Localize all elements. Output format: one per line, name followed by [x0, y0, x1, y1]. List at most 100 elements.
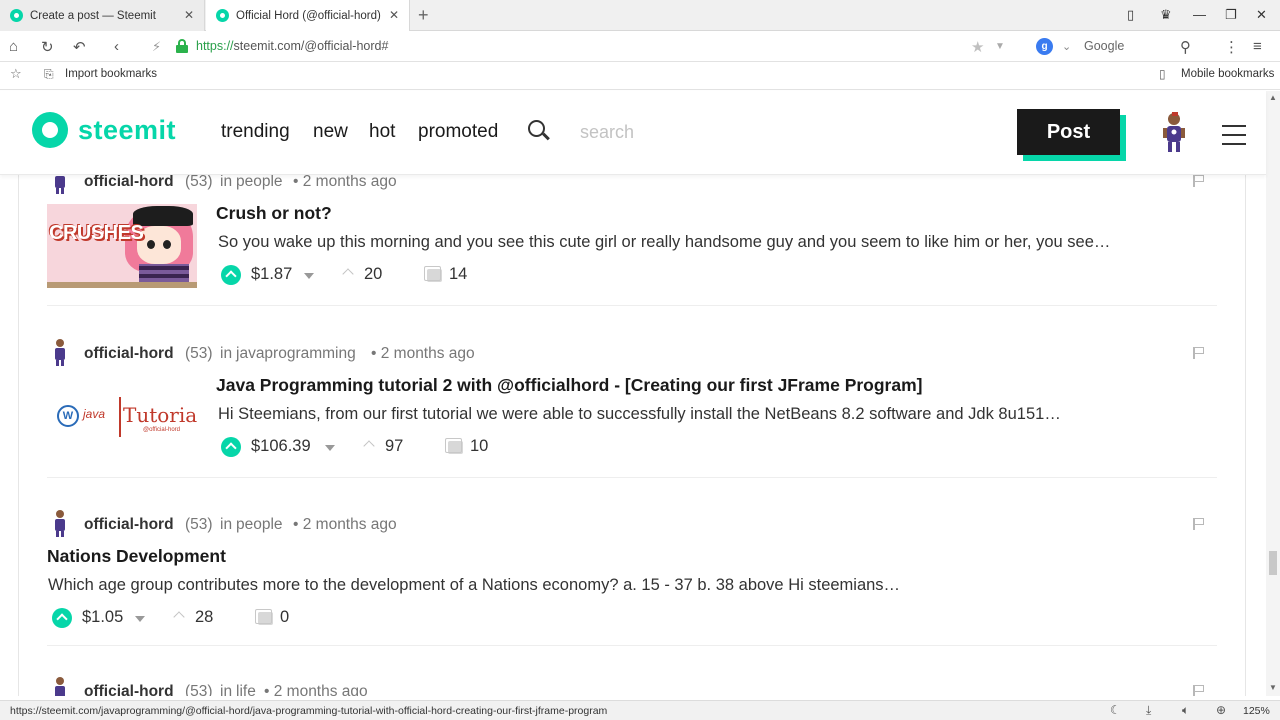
upvote-icon[interactable]	[221, 265, 241, 285]
comment-count[interactable]: 14	[449, 265, 467, 284]
post-category[interactable]: people	[236, 516, 283, 534]
night-mode-icon[interactable]: ☾	[1110, 703, 1121, 717]
post-summary[interactable]: Hi Steemians, from our first tutorial we…	[218, 405, 1061, 424]
tab-close-icon[interactable]: ✕	[389, 8, 399, 22]
author-name[interactable]: official-hord	[84, 345, 174, 363]
author-reputation: (53)	[185, 683, 213, 696]
scrollbar-thumb[interactable]	[1269, 551, 1277, 575]
flag-icon[interactable]	[1193, 175, 1205, 187]
post-summary[interactable]: Which age group contributes more to the …	[48, 576, 900, 595]
tile-windows-icon[interactable]: ▯	[1127, 7, 1134, 23]
post-thumbnail[interactable]: CRUSHES	[47, 204, 197, 288]
thumbnail-small-text: java	[83, 407, 106, 421]
vote-count[interactable]: 28	[195, 608, 213, 627]
flag-icon[interactable]	[1193, 518, 1205, 530]
steemit-logo-icon[interactable]	[32, 112, 68, 148]
author-avatar[interactable]	[51, 338, 69, 366]
reload-icon[interactable]: ↻	[41, 38, 54, 56]
site-search-input[interactable]	[580, 119, 760, 145]
payout-dropdown-icon[interactable]	[325, 445, 335, 451]
url-field[interactable]: https://steemit.com/@official-hord#	[196, 39, 388, 53]
payout-value[interactable]: $106.39	[251, 437, 311, 456]
author-name[interactable]: official-hord	[84, 683, 174, 696]
comment-count[interactable]: 10	[470, 437, 488, 456]
star-icon[interactable]: ★	[971, 38, 984, 56]
nav-promoted[interactable]: promoted	[418, 121, 498, 143]
comment-icon	[255, 609, 273, 625]
tab-create-post[interactable]: Create a post — Steemit ✕	[0, 0, 205, 31]
votes-icon	[363, 440, 375, 452]
search-engine-badge-icon[interactable]: g	[1036, 38, 1053, 55]
comment-icon	[445, 438, 463, 454]
post-age[interactable]: • 2 months ago	[371, 345, 475, 363]
payout-dropdown-icon[interactable]	[135, 616, 145, 622]
upvote-icon[interactable]	[221, 437, 241, 457]
dropdown-icon[interactable]: ▼	[995, 41, 1005, 52]
nav-hot[interactable]: hot	[369, 121, 395, 143]
download-icon[interactable]: ⤓	[1146, 703, 1151, 718]
post-button[interactable]: Post	[1017, 109, 1120, 155]
search-icon[interactable]	[528, 120, 550, 142]
browser-tab-bar: Create a post — Steemit ✕ Official Hord …	[0, 0, 1280, 31]
more-vert-icon[interactable]: ⋮	[1224, 38, 1239, 56]
flag-icon[interactable]	[1193, 685, 1205, 696]
mobile-bookmarks[interactable]: Mobile bookmarks	[1181, 68, 1274, 80]
upvote-icon[interactable]	[52, 608, 72, 628]
comment-count[interactable]: 0	[280, 608, 289, 627]
payout-value[interactable]: $1.05	[82, 608, 123, 627]
author-avatar[interactable]	[51, 509, 69, 537]
nav-new[interactable]: new	[313, 121, 348, 143]
status-bar: https://steemit.com/javaprogramming/@off…	[0, 700, 1280, 720]
back-icon[interactable]: ‹	[114, 38, 119, 55]
skin-icon[interactable]: ♛	[1160, 7, 1172, 23]
post-title[interactable]: Crush or not?	[216, 203, 332, 224]
bookmark-star-icon[interactable]: ☆	[10, 66, 22, 82]
undo-close-icon[interactable]: ↶	[73, 38, 86, 56]
scroll-up-icon[interactable]: ▲	[1269, 93, 1277, 102]
restore-icon[interactable]: ❐	[1225, 7, 1237, 23]
user-avatar[interactable]	[1162, 111, 1186, 155]
menu-icon[interactable]: ≡	[1253, 38, 1262, 55]
scroll-down-icon[interactable]: ▼	[1269, 683, 1277, 692]
volume-icon[interactable]: 🔈︎	[1182, 703, 1189, 718]
post-category[interactable]: people	[236, 175, 283, 191]
engine-dropdown-icon[interactable]: ⌄	[1062, 40, 1071, 53]
post-age[interactable]: • 2 months ago	[293, 175, 397, 191]
payout-dropdown-icon[interactable]	[304, 273, 314, 279]
zoom-level[interactable]: 125%	[1243, 705, 1270, 717]
author-reputation: (53)	[185, 516, 213, 533]
hamburger-menu-icon[interactable]	[1222, 125, 1246, 145]
thumbnail-caption: Tutorial	[123, 403, 197, 427]
post-title[interactable]: Nations Development	[47, 546, 226, 567]
page-scrollbar[interactable]: ▲ ▼	[1266, 91, 1280, 696]
in-label: in	[220, 516, 233, 533]
vote-count[interactable]: 97	[385, 437, 403, 456]
payout-value[interactable]: $1.87	[251, 265, 292, 284]
vote-count[interactable]: 20	[364, 265, 382, 284]
zoom-icon[interactable]: ⊕	[1216, 703, 1226, 717]
tab-close-icon[interactable]: ✕	[184, 8, 194, 22]
close-window-icon[interactable]: ✕	[1256, 7, 1267, 23]
tab-official-hord[interactable]: Official Hord (@official-hord) ✕	[206, 0, 410, 31]
post-category[interactable]: javaprogramming	[236, 345, 356, 363]
flag-icon[interactable]	[1193, 347, 1205, 359]
new-tab-button[interactable]: +	[418, 5, 429, 26]
post-age[interactable]: • 2 months ago	[293, 516, 397, 534]
nav-trending[interactable]: trending	[221, 121, 290, 143]
post-age[interactable]: • 2 months ago	[264, 683, 368, 696]
search-icon[interactable]: ⚲	[1180, 38, 1191, 56]
author-name[interactable]: official-hord	[84, 516, 174, 534]
author-name[interactable]: official-hord	[84, 175, 174, 191]
home-icon[interactable]: ⌂	[9, 38, 18, 55]
search-engine-label[interactable]: Google	[1084, 39, 1124, 53]
author-avatar[interactable]	[51, 175, 69, 194]
post-summary[interactable]: So you wake up this morning and you see …	[218, 233, 1110, 252]
post-title[interactable]: Java Programming tutorial 2 with @offici…	[216, 375, 923, 396]
post-category[interactable]: life	[236, 683, 256, 696]
import-bookmarks[interactable]: Import bookmarks	[65, 68, 157, 80]
speed-mode-icon[interactable]: ⚡	[152, 39, 161, 55]
author-avatar[interactable]	[51, 676, 69, 696]
post-thumbnail[interactable]: W java Tutorial @official-hord	[47, 373, 197, 457]
site-logo[interactable]: steemit	[78, 115, 176, 146]
minimize-icon[interactable]: —	[1193, 7, 1206, 22]
